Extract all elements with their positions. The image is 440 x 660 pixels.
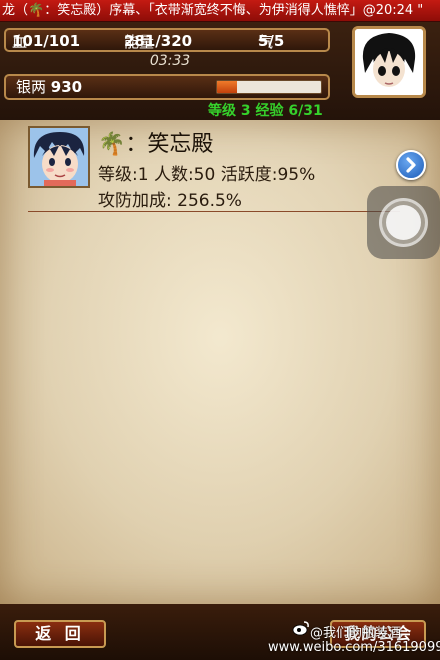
- news-ticker: 龙（🌴：笑忘殿）序幕、「衣带渐宽终不悔、为伊消得人憔悴」@20:24 ": [0, 0, 440, 22]
- chevron-right-icon: [406, 157, 416, 173]
- guild-portrait-icon: [30, 128, 88, 186]
- watermark-user: @我们的瓶装酒: [310, 626, 402, 641]
- hp-label: 血: [12, 33, 28, 51]
- weibo-logo-icon: [292, 621, 309, 636]
- silver-bar: 银两 930: [4, 74, 330, 100]
- hp-stat: 血 101/101: [12, 31, 80, 51]
- assistive-touch-button[interactable]: [367, 186, 440, 259]
- stats-bar: 血 101/101 能量 281/320 气 5/5: [4, 28, 330, 52]
- qi-stat: 气 5/5: [258, 31, 284, 51]
- guild-bonus: 攻防加成: 256.5%: [98, 191, 242, 211]
- guild-leader-portrait[interactable]: [28, 126, 90, 188]
- palm-tree-icon: 🌴: [28, 3, 45, 18]
- qi-label: 气: [258, 33, 274, 51]
- countdown-timer: 03:33: [149, 53, 191, 69]
- experience-fill: [217, 81, 238, 93]
- divider: [28, 211, 400, 212]
- assistive-core-icon: [386, 205, 421, 240]
- player-portrait-icon: [355, 29, 423, 95]
- ticker-prefix: 龙（: [2, 3, 29, 18]
- palm-tree-icon: 🌴: [98, 132, 126, 157]
- silver-value: 930: [50, 78, 83, 96]
- ticker-text: ：笑忘殿）序幕、「衣带渐宽终不悔、为伊消得人憔悴」@20:24 ": [44, 3, 424, 18]
- guild-detail-button[interactable]: [396, 150, 426, 180]
- guild-stats: 等级:1 人数:50 活跃度:95%: [98, 165, 316, 185]
- silver-stat: 银两 930: [16, 76, 82, 98]
- back-button[interactable]: 返 回: [14, 620, 106, 648]
- watermark-url: www.weibo.com/316190999: [268, 640, 440, 655]
- energy-stat: 能量 281/320: [124, 31, 192, 51]
- guild-name: 🌴：笑忘殿: [98, 126, 213, 158]
- silver-label: 银两: [16, 78, 47, 96]
- experience-bar: [216, 80, 322, 94]
- energy-label: 能量: [124, 33, 155, 51]
- player-avatar[interactable]: [352, 26, 426, 98]
- guild-name-text: ：笑忘殿: [125, 132, 214, 157]
- level-experience-text: 等级 3 经验 6/31: [208, 103, 323, 119]
